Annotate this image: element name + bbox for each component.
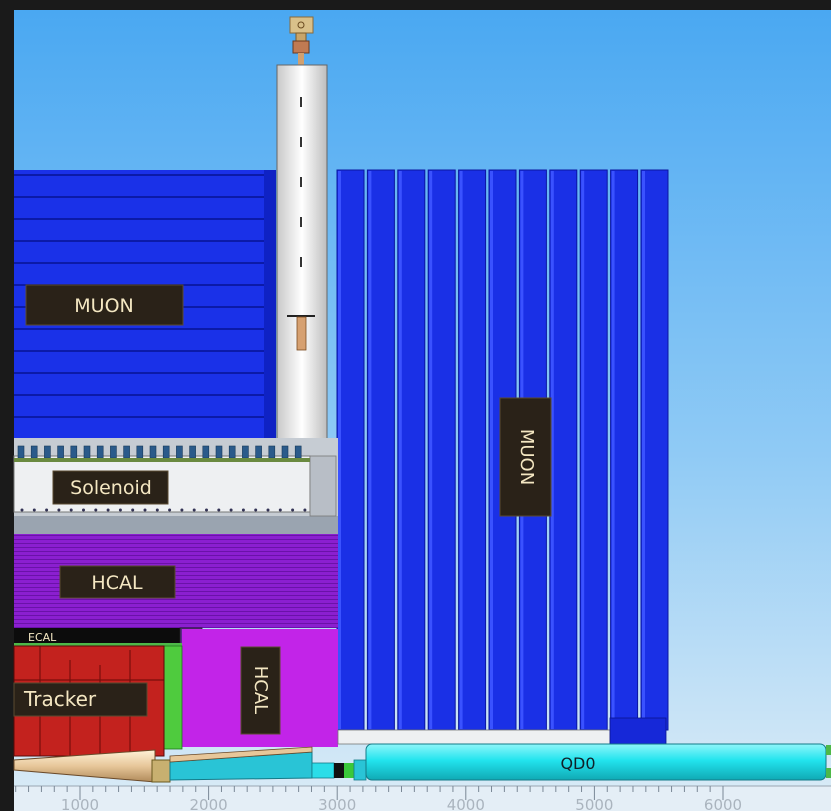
solenoid-rivet [20,508,24,512]
solenoid-rivet [131,508,135,512]
solenoid-label: Solenoid [52,470,169,505]
muon-endcap-slab [458,169,487,731]
solenoid-rivet [168,508,172,512]
solenoid-rivet [94,508,98,512]
ruler-tick-label: 2000 [190,796,228,811]
solenoid-coil-tooth [215,445,223,459]
muon-endcap-slab [366,169,395,731]
solenoid-rivet [155,508,159,512]
solenoid-coil-tooth [136,445,144,459]
qd0-magnet [365,743,827,781]
muon-endcap-label-text: MUON [516,429,537,485]
muon-endcap-slab-highlight [581,171,585,729]
support-post [276,16,328,446]
solenoid-coil-tooth [202,445,210,459]
solenoid-label-text: Solenoid [70,477,152,499]
muon-endcap-slab-highlight [459,171,463,729]
solenoid-coil-tooth [242,445,249,459]
muon-endcap-slab-highlight [338,171,341,729]
ruler-axis: 1000200030004000500060007 [14,785,831,811]
solenoid-rivet [106,508,110,512]
solenoid-coil-tooth [228,445,236,459]
detector-diagram: MUON MUON Solenoid HCAL ECAL HCAL Tracke… [0,0,831,811]
solenoid-rivet [205,508,208,512]
solenoid-coil-tooth [176,445,183,459]
ruler-tick-label: 5000 [575,796,613,811]
solenoid-coil-tooth [30,445,38,459]
ruler-tick-label: 4000 [447,796,485,811]
hcal-barrel-label: HCAL [59,565,176,599]
muon-endcap-slab [579,169,608,731]
solenoid-coil-tooth [255,445,262,459]
solenoid-rivet [192,508,196,512]
tracker-label-text: Tracker [23,687,97,711]
ecal: ECAL [14,627,203,646]
solenoid-rivet [217,508,221,512]
solenoid-rivet [278,508,282,512]
solenoid-rivet [118,508,122,512]
hcal-endcap-label-text: HCAL [250,666,271,714]
solenoid-rivet [69,508,73,512]
solenoid-rivet [82,508,85,512]
solenoid-coil-tooth [83,445,91,459]
ruler-tick-label: 3000 [318,796,356,811]
solenoid-coil-tooth [57,445,64,459]
solenoid-coil-tooth [70,445,78,459]
ecal-label-text: ECAL [28,631,57,644]
solenoid-rivet [229,508,233,512]
solenoid-coil-tooth [123,445,130,459]
solenoid-rivet [57,508,61,512]
muon-endcap-slab [397,169,426,731]
solenoid-rivet [32,508,36,512]
ruler-tick-label: 1000 [61,796,99,811]
muon-endcap-slab-highlight [429,171,433,729]
solenoid-rivet [180,508,184,512]
muon-endcap-slab-highlight [398,171,402,729]
muon-endcap-label: MUON [499,397,552,517]
muon-endcap-slab [640,169,669,731]
solenoid-rivet [266,508,270,512]
solenoid-coil-tooth [294,445,302,459]
solenoid-rivet [254,508,258,512]
solenoid-rivet [303,508,307,512]
qd0-label-text: QD0 [560,754,595,773]
solenoid-coil-tooth [162,445,170,459]
solenoid-rivet [291,508,295,512]
hcal-barrel-label-text: HCAL [91,572,143,594]
muon-barrel-label-text: MUON [74,295,133,317]
muon-endcap-slab [336,169,365,731]
solenoid-coil-tooth [44,445,51,459]
ruler-tick-label: 6000 [704,796,742,811]
solenoid-coil-tooth [110,445,117,459]
muon-barrel-label: MUON [25,284,184,326]
solenoid-coil-tooth [96,445,104,459]
solenoid-rivet [241,508,245,512]
solenoid-rivet [45,508,49,512]
solenoid-rivet [143,508,147,512]
detector-cross-section-view: MUON MUON Solenoid HCAL ECAL HCAL Tracke… [0,0,831,811]
muon-endcap-slab-highlight [368,171,372,729]
hcal-endcap-label: HCAL [240,646,281,735]
solenoid-coil-tooth [17,445,25,459]
tracker-label: Tracker [13,682,148,717]
muon-endcap-slab [549,169,578,731]
muon-endcap-slab-highlight [642,171,645,729]
muon-endcap-slab-highlight [490,171,493,729]
solenoid-coil-tooth [189,445,196,459]
muon-endcap-slab-highlight [611,171,615,729]
muon-endcap-slab [427,169,456,731]
muon-endcap-slab [610,169,639,731]
solenoid-coil-tooth [281,445,289,459]
solenoid-coil-tooth [268,445,276,459]
solenoid-coil-tooth [149,445,157,459]
